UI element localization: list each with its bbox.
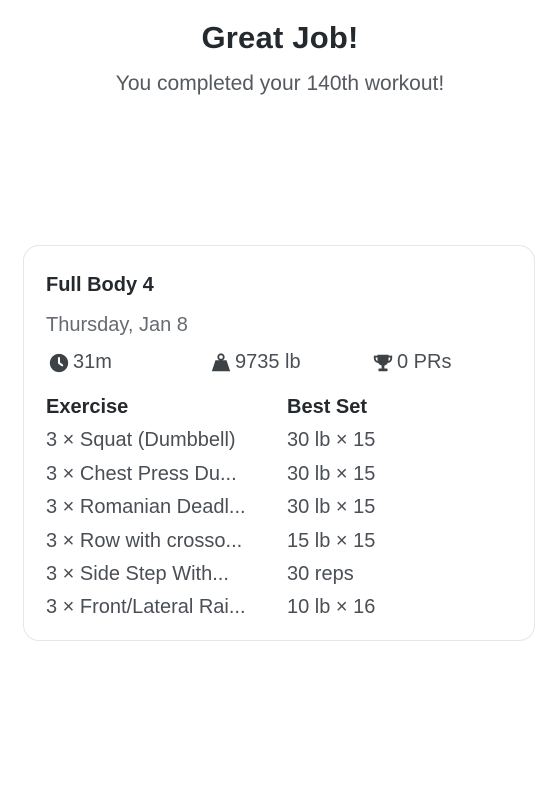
workout-summary-card[interactable]: Full Body 4 Thursday, Jan 8 31m 9735 lb bbox=[23, 245, 535, 641]
best-set: 10 lb × 16 bbox=[287, 596, 376, 619]
best-set: 30 lb × 15 bbox=[287, 462, 376, 485]
best-set: 30 reps bbox=[287, 562, 354, 585]
column-header-exercise: Exercise bbox=[46, 396, 129, 418]
table-row: 3 × Side Step With... 30 reps bbox=[46, 558, 516, 591]
table-row: 3 × Row with crosso... 15 lb × 15 bbox=[46, 525, 516, 558]
table-row: 3 × Chest Press Du... 30 lb × 15 bbox=[46, 458, 516, 491]
table-row: 3 × Squat (Dumbbell) 30 lb × 15 bbox=[46, 424, 516, 457]
volume-value: 9735 lb bbox=[235, 351, 301, 373]
table-header: Exercise Best Set bbox=[46, 391, 516, 424]
exercise-table: Exercise Best Set 3 × Squat (Dumbbell) 3… bbox=[46, 391, 516, 625]
weight-icon bbox=[211, 352, 231, 371]
exercise-name: 3 × Side Step With... bbox=[46, 562, 229, 585]
page-title: Great Job! bbox=[201, 20, 359, 55]
workout-name: Full Body 4 bbox=[46, 274, 154, 296]
duration-value: 31m bbox=[73, 351, 112, 373]
confetti-decoration bbox=[0, 0, 560, 8]
stat-volume: 9735 lb bbox=[210, 351, 301, 374]
stat-duration: 31m bbox=[48, 351, 112, 374]
clock-icon bbox=[49, 353, 69, 372]
trophy-icon bbox=[373, 354, 393, 371]
table-row: 3 × Romanian Deadl... 30 lb × 15 bbox=[46, 491, 516, 524]
stat-prs: 0 PRs bbox=[372, 351, 451, 374]
exercise-name: 3 × Row with crosso... bbox=[46, 529, 243, 552]
best-set: 30 lb × 15 bbox=[287, 496, 376, 519]
exercise-name: 3 × Chest Press Du... bbox=[46, 462, 237, 485]
prs-value: 0 PRs bbox=[397, 351, 452, 373]
completion-message: You completed your 140th workout! bbox=[115, 72, 445, 95]
workout-stats: 31m 9735 lb 0 PRs bbox=[46, 351, 516, 377]
exercise-name: 3 × Squat (Dumbbell) bbox=[46, 429, 236, 452]
exercise-name: 3 × Front/Lateral Rai... bbox=[46, 596, 246, 619]
best-set: 30 lb × 15 bbox=[287, 429, 376, 452]
table-row: 3 × Front/Lateral Rai... 10 lb × 16 bbox=[46, 591, 516, 624]
column-header-best-set: Best Set bbox=[287, 396, 368, 418]
best-set: 15 lb × 15 bbox=[287, 529, 376, 552]
exercise-name: 3 × Romanian Deadl... bbox=[46, 496, 246, 519]
workout-date: Thursday, Jan 8 bbox=[46, 314, 188, 336]
